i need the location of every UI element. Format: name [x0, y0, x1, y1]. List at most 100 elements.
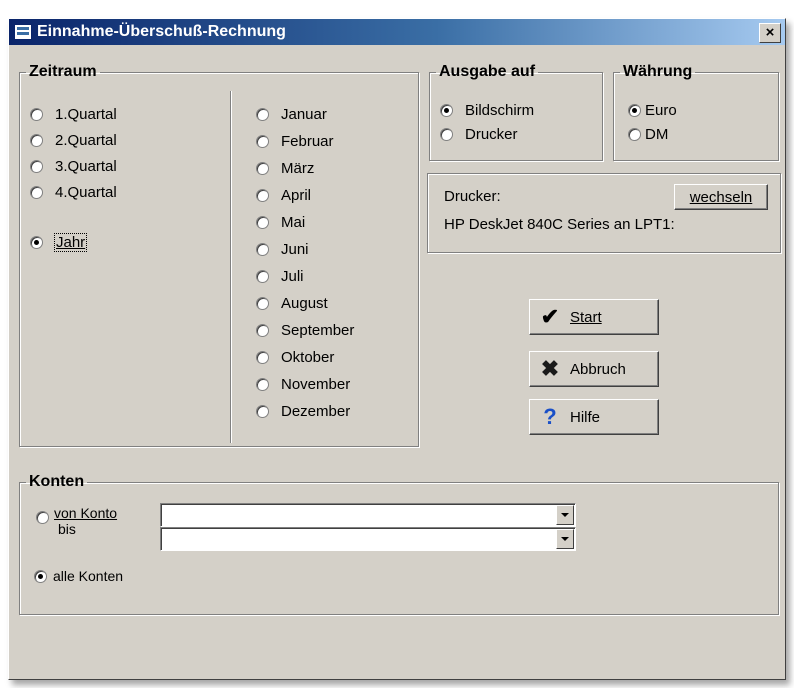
radio-label: alle Konten: [53, 568, 124, 584]
radio-month-april[interactable]: April: [256, 184, 311, 206]
title-bar[interactable]: Einnahme-Überschuß-Rechnung ×: [9, 19, 785, 45]
radio-month-maerz[interactable]: März: [256, 157, 314, 179]
waehrung-legend: Währung: [623, 63, 693, 80]
abbruch-button[interactable]: ✖ Abbruch: [529, 351, 659, 387]
radio-label: Jahr: [53, 232, 88, 252]
printer-info-box: Drucker: wechseln HP DeskJet 840C Series…: [427, 173, 781, 253]
radio-circle[interactable]: [256, 242, 269, 256]
radio-circle[interactable]: [34, 569, 47, 583]
close-button[interactable]: ×: [759, 23, 781, 43]
radio-label: Januar: [281, 105, 327, 123]
radio-circle[interactable]: [256, 350, 269, 364]
radio-circle[interactable]: [256, 188, 269, 202]
chevron-down-icon[interactable]: [556, 505, 574, 525]
radio-label: November: [281, 375, 351, 393]
ausgabe-legend: Ausgabe auf: [439, 63, 536, 80]
radio-label: DM: [645, 125, 669, 143]
radio-circle[interactable]: [628, 127, 641, 141]
von-konto-label: von Konto: [54, 505, 118, 521]
change-printer-button[interactable]: wechseln: [674, 184, 768, 210]
printer-label: Drucker:: [444, 188, 501, 205]
radio-month-juli[interactable]: Juli: [256, 265, 304, 287]
radio-circle[interactable]: [30, 107, 43, 121]
radio-month-juni[interactable]: Juni: [256, 238, 309, 260]
von-konto-combo[interactable]: [160, 503, 576, 527]
cross-icon: ✖: [540, 356, 560, 381]
radio-bildschirm[interactable]: Bildschirm: [440, 99, 534, 121]
radio-circle[interactable]: [30, 185, 43, 199]
radio-label: 4.Quartal: [55, 183, 117, 201]
start-button[interactable]: ✔ Start: [529, 299, 659, 335]
radio-month-august[interactable]: August: [256, 292, 328, 314]
zeitraum-divider: [230, 91, 232, 443]
radio-circle[interactable]: [256, 161, 269, 175]
radio-von-konto[interactable]: [36, 511, 49, 524]
radio-circle[interactable]: [628, 103, 641, 117]
radio-label: Mai: [281, 213, 306, 231]
zeitraum-legend: Zeitraum: [29, 63, 97, 80]
radio-circle[interactable]: [256, 323, 269, 337]
radio-circle[interactable]: [30, 235, 43, 249]
ausgabe-group: Ausgabe auf Bildschirm Drucker: [429, 63, 603, 161]
radio-circle[interactable]: [256, 215, 269, 229]
radio-dm[interactable]: DM: [628, 123, 668, 145]
radio-label: Drucker: [465, 125, 518, 143]
button-label: Start: [570, 308, 602, 326]
radio-month-november[interactable]: November: [256, 373, 350, 395]
zeitraum-group: Zeitraum 1.Quartal 2.Quartal 3.Quartal 4…: [19, 63, 419, 447]
radio-circle[interactable]: [440, 103, 453, 117]
printer-name: HP DeskJet 840C Series an LPT1:: [444, 216, 675, 233]
radio-month-dezember[interactable]: Dezember: [256, 400, 350, 422]
radio-circle[interactable]: [440, 127, 453, 141]
radio-year[interactable]: Jahr: [30, 231, 88, 253]
radio-month-september[interactable]: September: [256, 319, 354, 341]
radio-alle-konten[interactable]: alle Konten: [34, 565, 123, 587]
radio-quarter-1[interactable]: 1.Quartal: [30, 103, 117, 125]
chevron-down-icon[interactable]: [556, 529, 574, 549]
radio-quarter-3[interactable]: 3.Quartal: [30, 155, 117, 177]
radio-label: Bildschirm: [465, 101, 535, 119]
radio-label: 3.Quartal: [55, 157, 117, 175]
radio-label: Oktober: [281, 348, 335, 366]
window-title: Einnahme-Überschuß-Rechnung: [37, 23, 286, 40]
radio-label: März: [281, 159, 315, 177]
check-icon: ✔: [540, 304, 560, 329]
radio-month-februar[interactable]: Februar: [256, 130, 334, 152]
radio-circle[interactable]: [256, 296, 269, 310]
radio-month-januar[interactable]: Januar: [256, 103, 327, 125]
app-icon: [14, 24, 32, 40]
radio-circle[interactable]: [256, 377, 269, 391]
radio-circle[interactable]: [256, 107, 269, 121]
radio-label: 2.Quartal: [55, 131, 117, 149]
konten-legend: Konten: [29, 473, 85, 490]
radio-label: Juli: [281, 267, 304, 285]
radio-circle[interactable]: [30, 159, 43, 173]
radio-label: 1.Quartal: [55, 105, 117, 123]
radio-circle[interactable]: [256, 404, 269, 418]
radio-euro[interactable]: Euro: [628, 99, 677, 121]
radio-circle[interactable]: [30, 133, 43, 147]
radio-drucker[interactable]: Drucker: [440, 123, 518, 145]
radio-label: August: [281, 294, 328, 312]
bis-konto-combo[interactable]: [160, 527, 576, 551]
button-label: Hilfe: [570, 408, 601, 426]
radio-quarter-2[interactable]: 2.Quartal: [30, 129, 117, 151]
button-label: Abbruch: [570, 360, 626, 378]
help-icon: ?: [543, 404, 557, 429]
waehrung-group: Währung Euro DM: [613, 63, 779, 161]
radio-quarter-4[interactable]: 4.Quartal: [30, 181, 117, 203]
radio-circle[interactable]: [256, 134, 269, 148]
hilfe-button[interactable]: ? Hilfe: [529, 399, 659, 435]
dialog-window: Einnahme-Überschuß-Rechnung × Zeitraum 1…: [8, 18, 786, 680]
radio-month-oktober[interactable]: Oktober: [256, 346, 334, 368]
radio-label: September: [281, 321, 355, 339]
radio-label: April: [281, 186, 312, 204]
radio-label: Dezember: [281, 402, 351, 420]
button-label: wechseln: [689, 188, 753, 206]
radio-month-mai[interactable]: Mai: [256, 211, 305, 233]
radio-circle[interactable]: [256, 269, 269, 283]
radio-label: Februar: [281, 132, 334, 150]
radio-label: Juni: [281, 240, 309, 258]
radio-label: Euro: [645, 101, 677, 119]
konten-group: Konten von Konto bis alle Konten: [19, 473, 779, 615]
